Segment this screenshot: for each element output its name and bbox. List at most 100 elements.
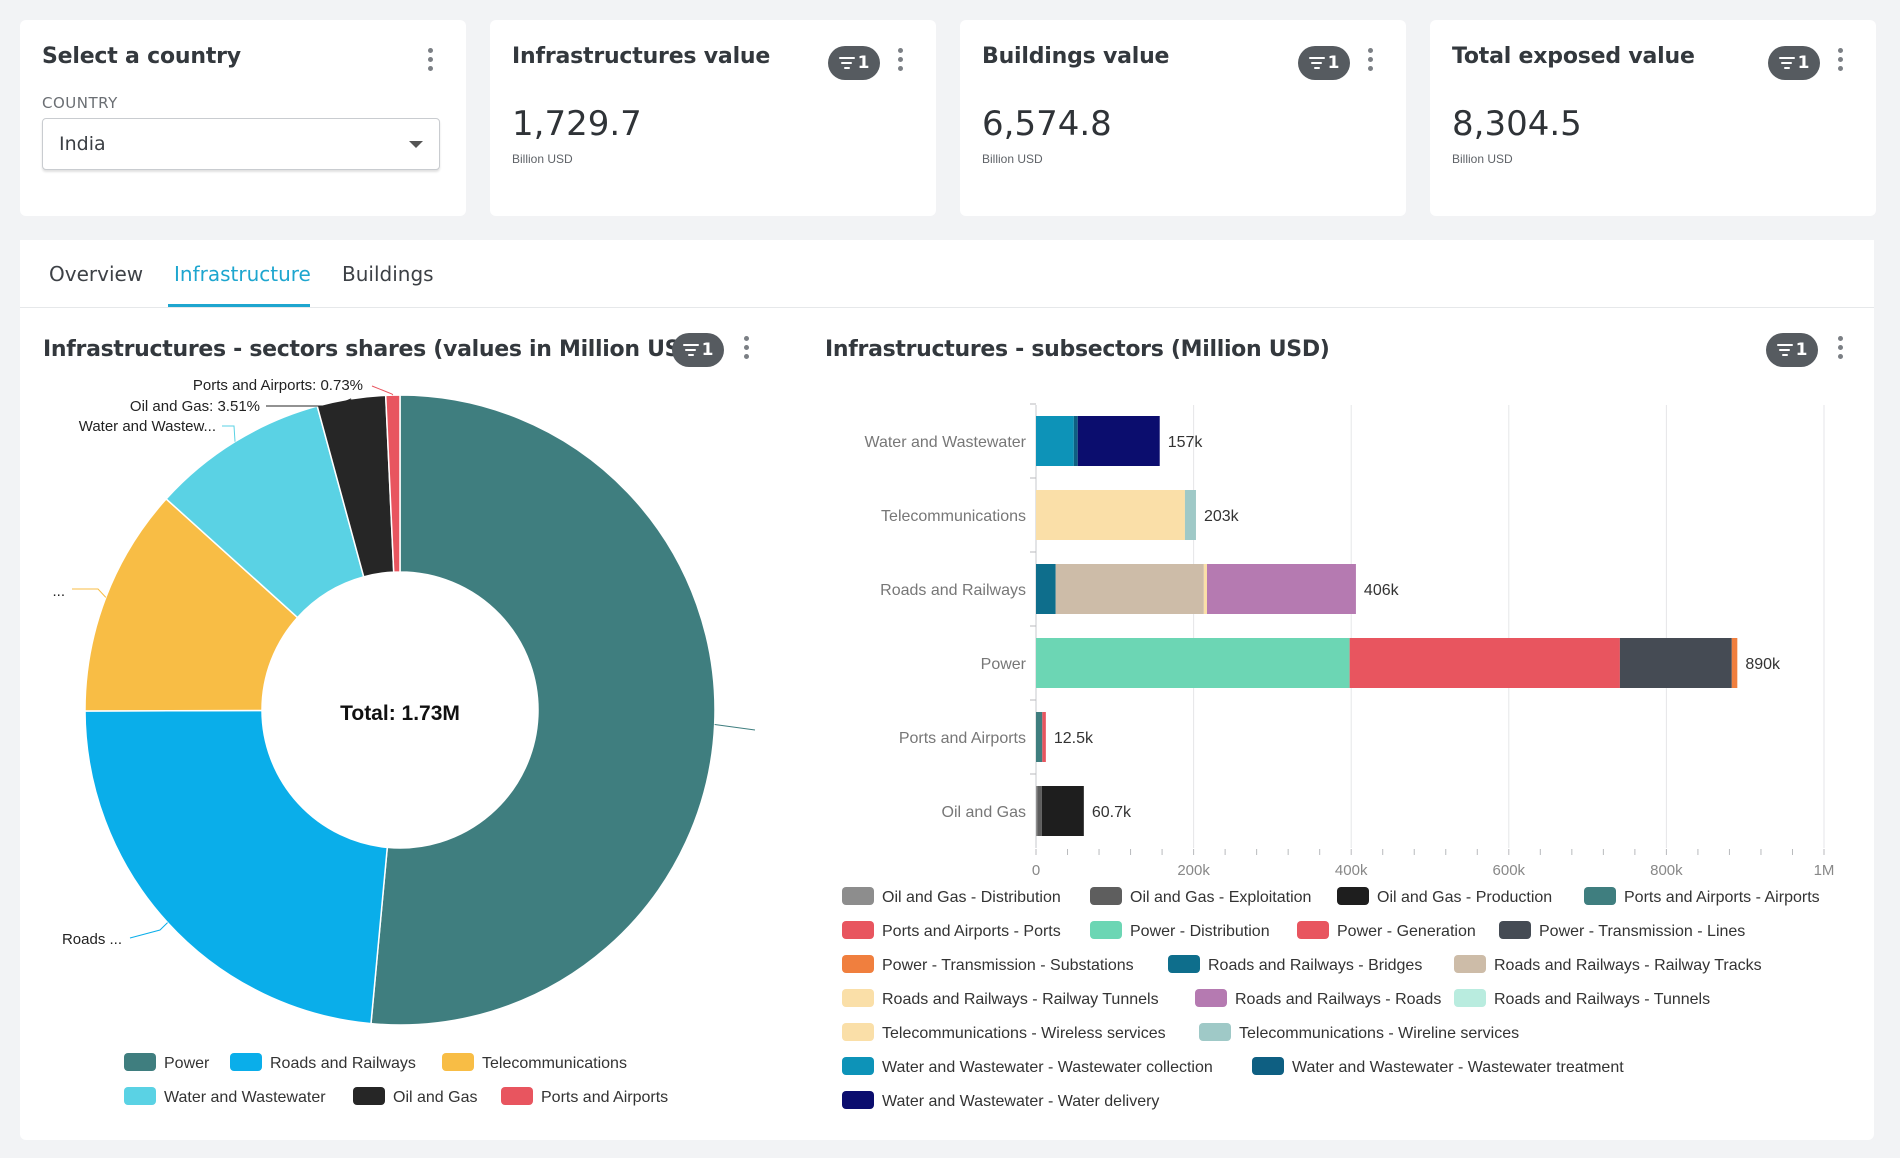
legend-label-roads-and-railways-tunnels[interactable]: Roads and Railways - Tunnels bbox=[1494, 991, 1710, 1008]
legend-label-ports-and-airports-airports[interactable]: Ports and Airports - Airports bbox=[1624, 889, 1820, 906]
bar-segment-ports-and-airports-ports[interactable] bbox=[1042, 712, 1046, 762]
legend-label-roads-and-railways-bridges[interactable]: Roads and Railways - Bridges bbox=[1208, 957, 1422, 974]
legend-label-power[interactable]: Power bbox=[164, 1055, 210, 1072]
legend-label-roads-and-railways-roads[interactable]: Roads and Railways - Roads bbox=[1235, 991, 1441, 1008]
legend-label-ports-and-airports-ports[interactable]: Ports and Airports - Ports bbox=[882, 923, 1061, 940]
kpi-card-infrastructures: Infrastructures value 1 1,729.7 Billion … bbox=[490, 20, 936, 216]
legend-label-oil-and-gas-exploitation[interactable]: Oil and Gas - Exploitation bbox=[1130, 889, 1311, 906]
bar-segment-power-transmission-lines[interactable] bbox=[1619, 638, 1732, 688]
kpi-value: 6,574.8 bbox=[982, 104, 1112, 144]
bar-segment-oil-and-gas-distribution[interactable] bbox=[1036, 786, 1038, 836]
more-options-icon[interactable] bbox=[1366, 48, 1374, 74]
filter-badge[interactable]: 1 bbox=[672, 333, 724, 367]
legend-label-power-generation[interactable]: Power - Generation bbox=[1337, 923, 1476, 940]
slice-label-water: Water and Wastew... bbox=[79, 418, 216, 435]
legend-swatch-roads-and-railways-railway-tunnels[interactable] bbox=[842, 989, 874, 1007]
donut-slice-roads-and-railways[interactable] bbox=[84, 709, 389, 1025]
more-options-icon[interactable] bbox=[1836, 336, 1844, 362]
country-select[interactable]: India bbox=[42, 118, 440, 170]
legend-swatch-oil-and-gas-distribution[interactable] bbox=[842, 887, 874, 905]
legend-swatch-oil-and-gas-exploitation[interactable] bbox=[1090, 887, 1122, 905]
legend-label-water-and-wastewater-wastewater-treatment[interactable]: Water and Wastewater - Wastewater treatm… bbox=[1292, 1059, 1624, 1076]
bar-segment-oil-and-gas-exploitation[interactable] bbox=[1037, 786, 1042, 836]
legend-swatch-roads-and-railways[interactable] bbox=[230, 1053, 262, 1071]
bar-segment-roads-and-railways-railway-tracks[interactable] bbox=[1055, 564, 1204, 614]
legend-label-water-and-wastewater-wastewater-collection[interactable]: Water and Wastewater - Wastewater collec… bbox=[882, 1059, 1213, 1076]
legend-swatch-roads-and-railways-roads[interactable] bbox=[1195, 989, 1227, 1007]
kpi-unit: Billion USD bbox=[1452, 152, 1513, 166]
more-options-icon[interactable] bbox=[426, 48, 434, 74]
legend-swatch-power-distribution[interactable] bbox=[1090, 921, 1122, 939]
chevron-down-icon bbox=[409, 141, 423, 148]
bar-segment-power-generation[interactable] bbox=[1349, 638, 1620, 688]
y-label-oil-and-gas: Oil and Gas bbox=[942, 804, 1026, 821]
more-options-icon[interactable] bbox=[1836, 48, 1844, 74]
legend-swatch-telecommunications-wireline-services[interactable] bbox=[1199, 1023, 1231, 1041]
x-tick-label: 200k bbox=[1177, 862, 1210, 879]
legend-swatch-water-and-wastewater-wastewater-treatment[interactable] bbox=[1252, 1057, 1284, 1075]
legend-swatch-water-and-wastewater[interactable] bbox=[124, 1087, 156, 1105]
kpi-title: Infrastructures value bbox=[512, 44, 771, 69]
bar-segment-telecommunications-wireless-services[interactable] bbox=[1036, 490, 1185, 540]
bar-segment-ports-and-airports-airports[interactable] bbox=[1036, 712, 1043, 762]
bar-segment-power-distribution[interactable] bbox=[1036, 638, 1350, 688]
legend-swatch-telecommunications[interactable] bbox=[442, 1053, 474, 1071]
bar-segment-water-and-wastewater-water-delivery[interactable] bbox=[1077, 416, 1160, 466]
legend-swatch-power-transmission-lines[interactable] bbox=[1499, 921, 1531, 939]
legend-label-telecommunications-wireline-services[interactable]: Telecommunications - Wireline services bbox=[1239, 1025, 1519, 1042]
tab-overview[interactable]: Overview bbox=[49, 262, 143, 286]
legend-swatch-ports-and-airports[interactable] bbox=[501, 1087, 533, 1105]
filter-badge[interactable]: 1 bbox=[1766, 333, 1818, 367]
bar-segment-water-and-wastewater-wastewater-treatment[interactable] bbox=[1073, 416, 1078, 466]
x-tick-label: 0 bbox=[1032, 862, 1040, 879]
more-options-icon[interactable] bbox=[742, 336, 750, 362]
slice-label-roads: Roads ... bbox=[62, 931, 122, 948]
tab-infrastructure[interactable]: Infrastructure bbox=[174, 262, 311, 286]
bar-segment-power-transmission-substations[interactable] bbox=[1731, 638, 1738, 688]
legend-swatch-water-and-wastewater-wastewater-collection[interactable] bbox=[842, 1057, 874, 1075]
filter-badge[interactable]: 1 bbox=[828, 46, 880, 80]
legend-swatch-power[interactable] bbox=[124, 1053, 156, 1071]
leader-line-water-and-wastewater bbox=[222, 425, 236, 442]
legend-swatch-roads-and-railways-bridges[interactable] bbox=[1168, 955, 1200, 973]
filter-badge[interactable]: 1 bbox=[1768, 46, 1820, 80]
bar-segment-roads-and-railways-bridges[interactable] bbox=[1036, 564, 1056, 614]
legend-swatch-roads-and-railways-tunnels[interactable] bbox=[1454, 989, 1486, 1007]
bar-segment-oil-and-gas-production[interactable] bbox=[1041, 786, 1084, 836]
filter-count: 1 bbox=[701, 340, 714, 360]
donut-center-label: Total: 1.73M bbox=[340, 702, 460, 725]
filter-icon bbox=[1776, 344, 1793, 356]
legend-label-roads-and-railways[interactable]: Roads and Railways bbox=[270, 1055, 416, 1072]
bar-segment-water-and-wastewater-wastewater-collection[interactable] bbox=[1036, 416, 1074, 466]
legend-label-roads-and-railways-railway-tunnels[interactable]: Roads and Railways - Railway Tunnels bbox=[882, 991, 1159, 1008]
x-tick-label: 600k bbox=[1493, 862, 1526, 879]
legend-swatch-oil-and-gas[interactable] bbox=[353, 1087, 385, 1105]
bar-segment-telecommunications-wireline-services[interactable] bbox=[1184, 490, 1196, 540]
legend-label-ports-and-airports[interactable]: Ports and Airports bbox=[541, 1089, 668, 1106]
legend-label-telecommunications[interactable]: Telecommunications bbox=[482, 1055, 627, 1072]
legend-label-oil-and-gas[interactable]: Oil and Gas bbox=[393, 1089, 477, 1106]
tab-buildings[interactable]: Buildings bbox=[342, 262, 434, 286]
legend-label-roads-and-railways-railway-tracks[interactable]: Roads and Railways - Railway Tracks bbox=[1494, 957, 1762, 974]
legend-label-power-transmission-lines[interactable]: Power - Transmission - Lines bbox=[1539, 923, 1745, 940]
legend-label-water-and-wastewater[interactable]: Water and Wastewater bbox=[164, 1089, 326, 1106]
more-options-icon[interactable] bbox=[896, 48, 904, 74]
bar-segment-roads-and-railways-railway-tunnels[interactable] bbox=[1203, 564, 1207, 614]
legend-label-telecommunications-wireless-services[interactable]: Telecommunications - Wireless services bbox=[882, 1025, 1166, 1042]
legend-label-oil-and-gas-distribution[interactable]: Oil and Gas - Distribution bbox=[882, 889, 1061, 906]
legend-swatch-ports-and-airports-airports[interactable] bbox=[1584, 887, 1616, 905]
filter-badge[interactable]: 1 bbox=[1298, 46, 1350, 80]
legend-swatch-ports-and-airports-ports[interactable] bbox=[842, 921, 874, 939]
legend-swatch-power-generation[interactable] bbox=[1297, 921, 1329, 939]
legend-label-power-transmission-substations[interactable]: Power - Transmission - Substations bbox=[882, 957, 1134, 974]
legend-swatch-power-transmission-substations[interactable] bbox=[842, 955, 874, 973]
legend-label-water-and-wastewater-water-delivery[interactable]: Water and Wastewater - Water delivery bbox=[882, 1093, 1159, 1110]
filter-count: 1 bbox=[1795, 340, 1808, 360]
bar-segment-roads-and-railways-roads[interactable] bbox=[1206, 564, 1356, 614]
legend-label-oil-and-gas-production[interactable]: Oil and Gas - Production bbox=[1377, 889, 1552, 906]
legend-swatch-roads-and-railways-railway-tracks[interactable] bbox=[1454, 955, 1486, 973]
legend-swatch-water-and-wastewater-water-delivery[interactable] bbox=[842, 1091, 874, 1109]
legend-swatch-telecommunications-wireless-services[interactable] bbox=[842, 1023, 874, 1041]
legend-label-power-distribution[interactable]: Power - Distribution bbox=[1130, 923, 1270, 940]
legend-swatch-oil-and-gas-production[interactable] bbox=[1337, 887, 1369, 905]
